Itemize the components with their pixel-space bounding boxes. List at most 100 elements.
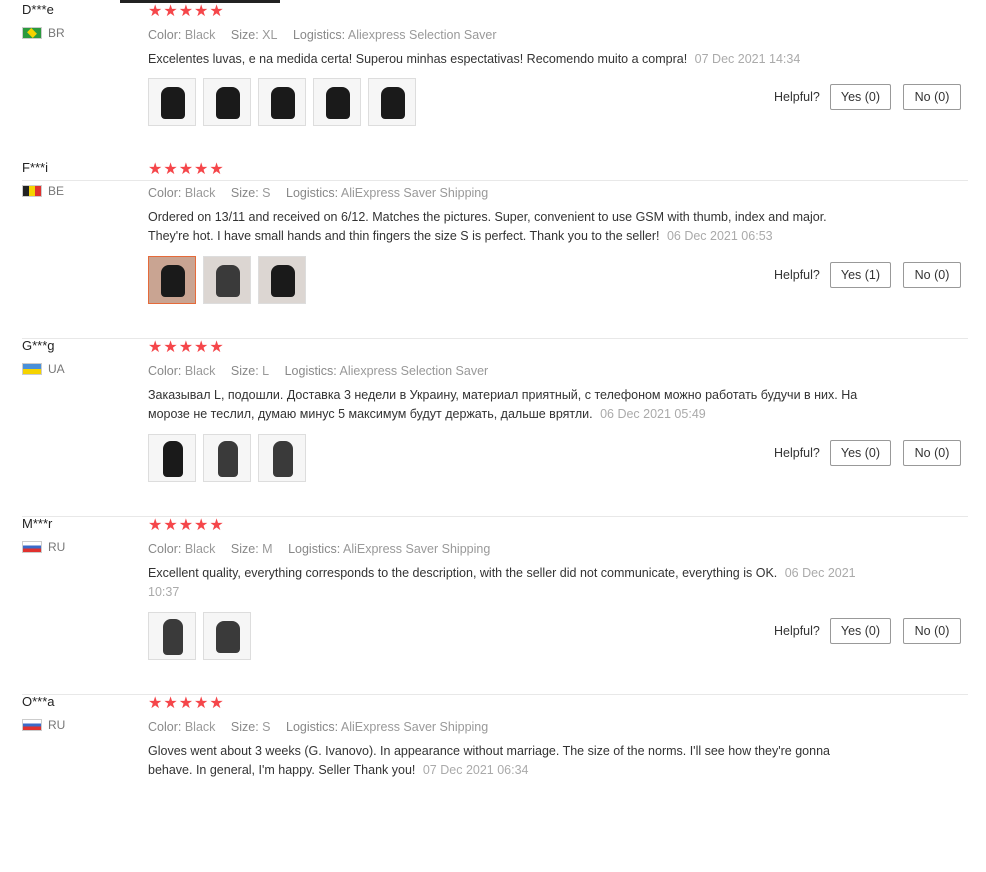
review-date: 06 Dec 2021 05:49 (600, 407, 706, 421)
reviewer-country: BE (22, 184, 64, 198)
review-photo[interactable] (313, 78, 361, 126)
reviewer-name: G***g (22, 338, 55, 353)
star-icon: ★ (209, 695, 224, 712)
helpful-label: Helpful? (774, 624, 820, 638)
reviewer-name: M***r (22, 516, 53, 531)
review-photo[interactable] (368, 78, 416, 126)
review-photo[interactable] (148, 256, 196, 304)
color-value: Black (184, 186, 216, 200)
helpful-yes-button[interactable]: Yes (0) (829, 618, 892, 644)
star-icon: ★ (194, 517, 209, 534)
helpful-label: Helpful? (774, 90, 820, 104)
country-code: BE (48, 184, 65, 198)
review-photo[interactable] (258, 256, 306, 304)
review-text: Gloves went about 3 weeks (G. Ivanovo). … (148, 742, 868, 780)
reviewer-country: BR (22, 26, 65, 40)
order-info: Color: Black Size: L Logistics: Aliexpre… (148, 364, 488, 378)
review-photo[interactable] (203, 78, 251, 126)
order-info: Color: Black Size: XL Logistics: Aliexpr… (148, 28, 497, 42)
helpful-no-button[interactable]: No (0) (903, 618, 962, 644)
reviewer-name: F***i (22, 160, 49, 175)
size-label: Size: (230, 364, 259, 378)
review-text: Excellent quality, everything correspond… (148, 564, 868, 602)
review-photo[interactable] (203, 256, 251, 304)
helpful-yes-button[interactable]: Yes (0) (829, 84, 892, 110)
star-icon: ★ (209, 161, 224, 178)
size-value: S (262, 186, 271, 200)
color-value: Black (184, 542, 216, 556)
flag-icon (22, 185, 42, 197)
size-value: M (262, 542, 273, 556)
logistics-value: AliExpress Saver Shipping (340, 186, 489, 200)
size-label: Size: (230, 720, 259, 734)
helpful-controls: Helpful? Yes (0) No (0) (774, 440, 962, 466)
star-icon: ★ (209, 3, 224, 20)
review-photo[interactable] (148, 612, 196, 660)
star-icon: ★ (163, 517, 178, 534)
order-info: Color: Black Size: M Logistics: AliExpre… (148, 542, 490, 556)
helpful-no-button[interactable]: No (0) (903, 262, 962, 288)
review-item: G***g UA ★ ★ ★ ★ ★ Color: Black Size: L Logi… (22, 338, 968, 517)
flag-icon (22, 541, 42, 553)
color-label: Color: (148, 28, 182, 42)
rating-stars: ★ ★ ★ ★ ★ (148, 518, 225, 534)
country-code: UA (48, 362, 65, 376)
star-icon: ★ (209, 339, 224, 356)
size-value: XL (262, 28, 278, 42)
review-photo[interactable] (203, 434, 251, 482)
color-value: Black (184, 720, 216, 734)
rating-stars: ★ ★ ★ ★ ★ (148, 162, 225, 178)
helpful-no-button[interactable]: No (0) (903, 84, 962, 110)
helpful-label: Helpful? (774, 268, 820, 282)
country-code: RU (48, 540, 66, 554)
color-label: Color: (148, 720, 182, 734)
review-text: Ordered on 13/11 and received on 6/12. M… (148, 208, 868, 246)
helpful-yes-button[interactable]: Yes (1) (829, 262, 892, 288)
star-icon: ★ (194, 339, 209, 356)
review-body: Excellent quality, everything correspond… (148, 566, 778, 580)
reviewer-country: UA (22, 362, 65, 376)
star-icon: ★ (178, 161, 194, 178)
review-photos (148, 434, 313, 482)
flag-icon (22, 27, 42, 39)
helpful-no-button[interactable]: No (0) (903, 440, 962, 466)
size-label: Size: (230, 28, 259, 42)
review-item: M***r RU ★ ★ ★ ★ ★ Color: Black Size: M Logi… (22, 516, 968, 695)
flag-icon (22, 363, 42, 375)
star-icon: ★ (178, 695, 194, 712)
star-icon: ★ (163, 161, 178, 178)
rating-stars: ★ ★ ★ ★ ★ (148, 696, 225, 712)
logistics-label: Logistics: (286, 720, 339, 734)
country-code: BR (48, 26, 65, 40)
logistics-label: Logistics: (286, 186, 339, 200)
review-photo[interactable] (258, 78, 306, 126)
review-photo[interactable] (148, 434, 196, 482)
rating-stars: ★ ★ ★ ★ ★ (148, 4, 225, 20)
star-icon: ★ (194, 695, 209, 712)
star-icon: ★ (148, 695, 163, 712)
size-label: Size: (230, 186, 259, 200)
review-date: 06 Dec 2021 06:53 (666, 229, 773, 243)
star-icon: ★ (148, 161, 163, 178)
logistics-label: Logistics: (292, 28, 346, 42)
color-value: Black (184, 364, 216, 378)
star-icon: ★ (163, 695, 178, 712)
review-body: Заказывал L, подошли. Доставка 3 недели … (148, 388, 858, 421)
review-text: Excelentes luvas, e na medida certa! Sup… (148, 50, 868, 69)
review-photo[interactable] (203, 612, 251, 660)
star-icon: ★ (194, 161, 209, 178)
review-photo[interactable] (258, 434, 306, 482)
review-photos (148, 256, 313, 304)
review-item: F***i BE ★ ★ ★ ★ ★ Color: Black Size: S Logi… (22, 160, 968, 339)
reviewer-name: O***a (22, 694, 55, 709)
review-photo[interactable] (148, 78, 196, 126)
logistics-label: Logistics: (284, 364, 337, 378)
helpful-yes-button[interactable]: Yes (0) (829, 440, 892, 466)
star-icon: ★ (148, 3, 163, 20)
logistics-label: Logistics: (288, 542, 341, 556)
star-icon: ★ (148, 339, 163, 356)
color-label: Color: (148, 186, 182, 200)
size-value: S (262, 720, 271, 734)
review-photos (148, 612, 258, 660)
review-date: 07 Dec 2021 14:34 (694, 52, 801, 66)
